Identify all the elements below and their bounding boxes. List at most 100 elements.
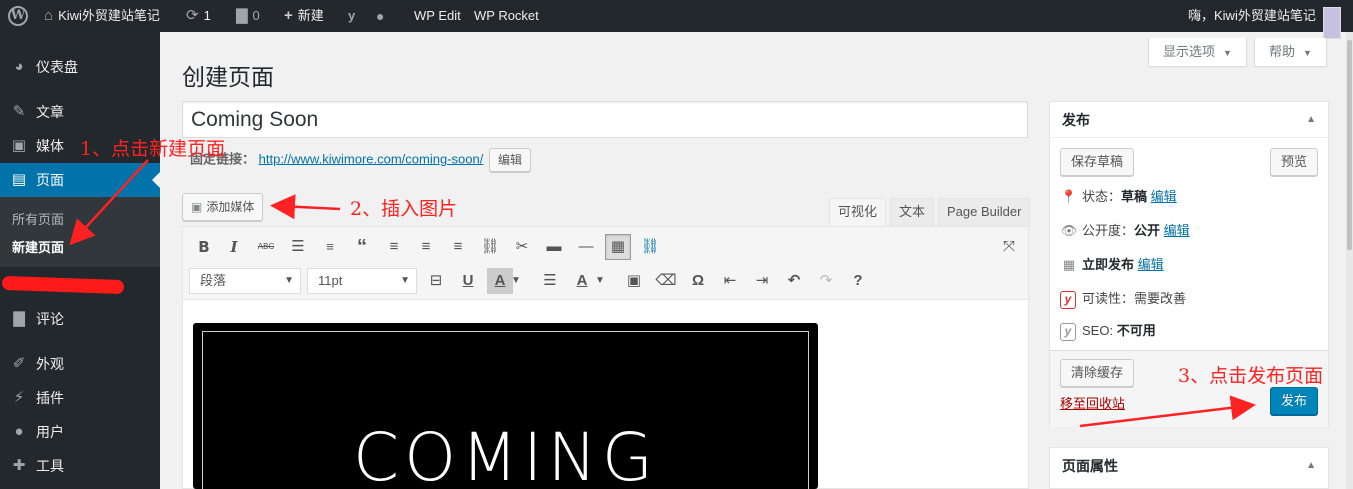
align-center-icon[interactable]: ≡ [413,234,439,260]
edit-status-link[interactable]: 编辑 [1151,189,1177,204]
toolbar-toggle-icon[interactable]: ▦ [605,234,631,260]
media-embed-icon[interactable]: ⊟ [423,268,449,294]
readability-row: y 可读性：需要改善 [1060,289,1186,309]
publish-button[interactable]: 发布 [1269,387,1318,415]
page-title: 创建页面 [182,64,274,90]
annotation-step1: 1、点击新建页面 [80,138,226,160]
sidebar-item-appearance[interactable]: ✐ 外观 [0,347,160,381]
collapse-arrow-icon[interactable]: ▲ [1306,102,1316,138]
save-draft-button[interactable]: 保存草稿 [1060,148,1135,176]
seo-row: y SEO: 不可用 [1060,321,1156,341]
wp-edit-link[interactable]: WP Edit [414,0,461,32]
sidebar-item-posts[interactable]: ✎ 文章 [0,95,160,129]
pages-submenu: 所有页面 新建页面 [0,197,160,267]
screen-options-button[interactable]: 显示选项 ▼ [1148,38,1247,67]
collapse-arrow-icon[interactable]: ▲ [1306,448,1316,484]
align-left-icon[interactable]: ≡ [381,234,407,260]
sidebar-item-plugins[interactable]: ⚡ 插件 [0,381,160,415]
redo-icon[interactable]: ↷ [813,268,839,294]
omega-icon[interactable]: Ω [685,268,711,294]
wp-rocket-link[interactable]: WP Rocket [474,0,539,32]
pin-icon: 📍 [1060,189,1078,204]
edit-visibility-link[interactable]: 编辑 [1164,223,1190,238]
fullscreen-icon[interactable]: ⤧ [996,234,1022,260]
eraser-icon[interactable]: ⌫ [653,268,679,294]
tab-visual[interactable]: 可视化 [829,198,887,226]
paste-text-icon[interactable]: ▣ [621,268,647,294]
caret-down-icon: ▼ [1303,48,1312,58]
publish-box-header[interactable]: 发布 ▲ [1050,102,1328,138]
sidebar-item-users[interactable]: ● 用户 [0,415,160,449]
updates-link[interactable]: ⟳ 1 [186,0,211,32]
permalink-row: 固定链接： http://www.kiwimore.com/coming-soo… [190,148,531,172]
image-text: COMING [353,419,658,489]
horizontal-line-icon[interactable]: — [573,234,599,260]
indent-icon[interactable]: ⇥ [749,268,775,294]
chevron-down-icon[interactable]: ▼ [509,268,523,294]
annotation-step2: 2、插入图片 [350,198,458,220]
new-content-link[interactable]: + 新建 [284,0,324,32]
read-more-icon[interactable]: ▬ [541,234,567,260]
brush-icon: ✐ [12,355,26,372]
bold-icon[interactable]: B [191,234,217,260]
submenu-new-page[interactable]: 新建页面 [12,237,64,256]
bullet-list-icon[interactable]: ☰ [285,234,311,260]
wordpress-logo-icon[interactable]: W [8,6,28,26]
plus-icon: + [284,7,293,24]
italic-icon[interactable]: I [221,234,247,260]
chevron-down-icon: ▼ [400,275,410,286]
unlink-icon[interactable]: ✂ [509,234,535,260]
status-row: 📍 状态：草稿 编辑 [1060,187,1177,207]
yoast-seo-icon: y [1060,323,1076,341]
media-icon: ▣ [11,137,27,154]
sidebar-item-comments[interactable]: ▇ 评论 [0,302,160,336]
font-size-select[interactable]: 11pt ▼ [307,268,417,294]
user-icon: ● [14,423,24,440]
yoast-readability-icon: y [1060,291,1076,309]
text-color-icon[interactable]: A [569,268,595,294]
outdent-icon[interactable]: ⇤ [717,268,743,294]
align-right-icon[interactable]: ≡ [445,234,471,260]
blockquote-icon[interactable]: “ [349,234,375,260]
calendar-icon: ▦ [1062,257,1076,272]
site-name-link[interactable]: ⌂ Kiwi外贸建站笔记 [44,0,160,32]
chevron-down-icon: ▼ [284,275,294,286]
link-icon[interactable]: ⛓ [637,234,663,260]
numbered-list-icon[interactable]: ≡ [317,234,343,260]
arrow-to-add-media [270,194,341,220]
annotation-step3: 3、点击发布页面 [1178,365,1324,387]
edit-schedule-link[interactable]: 编辑 [1138,257,1164,272]
format-select[interactable]: 段落 ▼ [189,268,301,294]
sidebar-item-dashboard[interactable]: ◕ 仪表盘 [0,50,160,84]
chevron-down-icon[interactable]: ▼ [593,268,607,294]
edit-permalink-button[interactable]: 编辑 [488,148,531,172]
insert-link-icon[interactable]: ⛓ [477,234,503,260]
underline-icon[interactable]: U [455,268,481,294]
add-media-button[interactable]: ▣ 添加媒体 [182,193,264,221]
refresh-icon: ⟳ [186,7,199,24]
preview-button[interactable]: 预览 [1269,148,1318,176]
visibility-row: 👁 公开度：公开 编辑 [1060,221,1190,241]
user-greeting[interactable]: 嗨，Kiwi外贸建站笔记 [1188,0,1316,32]
move-to-trash-link[interactable]: 移至回收站 [1060,393,1125,412]
scrollbar-thumb[interactable] [1347,40,1352,250]
eye-icon: 👁 [1060,223,1078,238]
justify-icon[interactable]: ☰ [537,268,563,294]
tab-text[interactable]: 文本 [890,198,935,226]
sidebar-item-pages[interactable]: ▤ 页面 [0,163,160,197]
avatar[interactable] [1323,7,1341,39]
yoast-icon[interactable]: y [348,0,355,32]
home-icon: ⌂ [44,7,54,24]
page-attributes-header[interactable]: 页面属性 ▲ [1050,448,1328,484]
clear-cache-button[interactable]: 清除缓存 [1060,359,1135,387]
undo-icon[interactable]: ↶ [781,268,807,294]
help-button[interactable]: 帮助 ▼ [1254,38,1327,67]
help-icon[interactable]: ? [845,268,871,294]
strikethrough-icon[interactable]: ABC [253,234,279,260]
sidebar-item-tools[interactable]: ✚ 工具 [0,449,160,483]
tab-page-builder[interactable]: Page Builder [938,198,1031,226]
submenu-all-pages[interactable]: 所有页面 [12,209,64,228]
comments-link[interactable]: ▇ 0 [236,0,260,32]
post-title-input[interactable]: Coming Soon [182,101,1028,138]
permalink-url-link[interactable]: http://www.kiwimore.com/coming-soon/ [259,151,484,166]
